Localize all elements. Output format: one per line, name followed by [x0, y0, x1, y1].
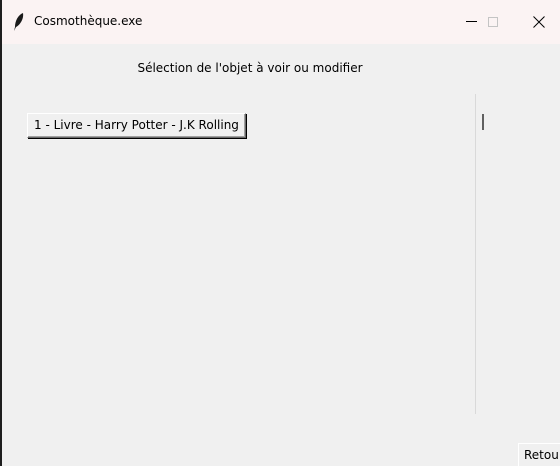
app-window: Cosmothèque.exe Sélection de l'objet à v…: [0, 0, 560, 466]
vertical-scrollbar[interactable]: [477, 94, 491, 414]
close-button[interactable]: [516, 0, 560, 44]
title-bar[interactable]: Cosmothèque.exe: [2, 0, 560, 44]
back-button[interactable]: Retou: [518, 443, 560, 466]
object-item-button[interactable]: 1 - Livre - Harry Potter - J.K Rolling: [27, 113, 246, 138]
maximize-button[interactable]: [470, 0, 516, 44]
maximize-icon: [488, 17, 498, 27]
page-heading: Sélection de l'objet à voir ou modifier: [137, 61, 363, 75]
window-title: Cosmothèque.exe: [34, 14, 143, 28]
scrollbar-thumb[interactable]: [482, 114, 484, 130]
list-divider: [475, 94, 476, 414]
close-icon: [533, 16, 545, 28]
feather-icon: [12, 12, 26, 32]
